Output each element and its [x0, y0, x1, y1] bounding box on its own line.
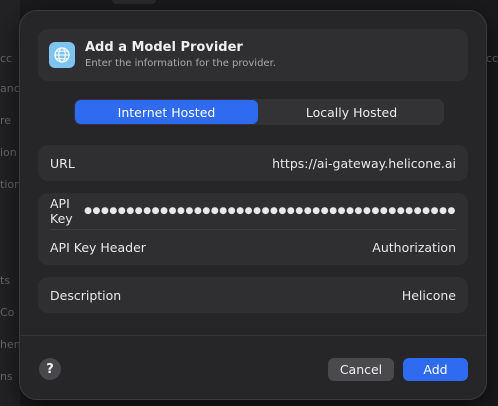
api-key-label: API Key [50, 196, 73, 226]
hosting-segmented-control: Internet Hosted Locally Hosted [74, 99, 444, 125]
description-row[interactable]: Description Helicone [38, 277, 468, 313]
footer-divider [20, 335, 486, 336]
background-tab [112, 0, 156, 4]
segment-internet-hosted[interactable]: Internet Hosted [75, 100, 258, 124]
api-key-group: API Key ●●●●●●●●●●●●●●●●●●●●●●●●●●●●●●●●… [38, 193, 468, 265]
background-text: tion [0, 178, 22, 191]
url-group: URL https://ai-gateway.helicone.ai [38, 145, 468, 181]
background-text: hen [0, 338, 21, 351]
dialog-title: Add a Model Provider [85, 40, 243, 55]
dialog-subtitle: Enter the information for the provider. [85, 58, 276, 69]
background-text: anc [0, 82, 20, 95]
api-key-field[interactable]: ●●●●●●●●●●●●●●●●●●●●●●●●●●●●●●●●●●●●●●●●… [84, 206, 456, 216]
description-label: Description [50, 287, 122, 303]
background-text: re [0, 114, 12, 127]
api-key-header-field[interactable]: Authorization [372, 240, 456, 255]
background-text: ns [0, 370, 13, 383]
background-text: ts [0, 274, 11, 287]
url-label: URL [50, 155, 75, 171]
background-text: ion [0, 146, 17, 159]
url-field[interactable]: https://ai-gateway.helicone.ai [272, 156, 456, 171]
background-text: Co [0, 306, 15, 319]
segment-locally-hosted[interactable]: Locally Hosted [260, 100, 443, 124]
add-provider-dialog: Add a Model Provider Enter the informati… [19, 10, 487, 400]
globe-icon [49, 42, 75, 68]
api-key-row[interactable]: API Key ●●●●●●●●●●●●●●●●●●●●●●●●●●●●●●●●… [38, 193, 468, 229]
api-key-header-label: API Key Header [50, 239, 146, 255]
add-button[interactable]: Add [403, 358, 468, 381]
help-button[interactable]: ? [39, 358, 61, 380]
cancel-button[interactable]: Cancel [328, 358, 394, 381]
dialog-header: Add a Model Provider Enter the informati… [38, 29, 468, 81]
url-row[interactable]: URL https://ai-gateway.helicone.ai [38, 145, 468, 181]
description-field[interactable]: Helicone [402, 288, 456, 303]
description-group: Description Helicone [38, 277, 468, 313]
api-key-header-row[interactable]: API Key Header Authorization [38, 229, 468, 265]
background-text: cc [485, 52, 498, 65]
background-text: cc [0, 52, 13, 65]
